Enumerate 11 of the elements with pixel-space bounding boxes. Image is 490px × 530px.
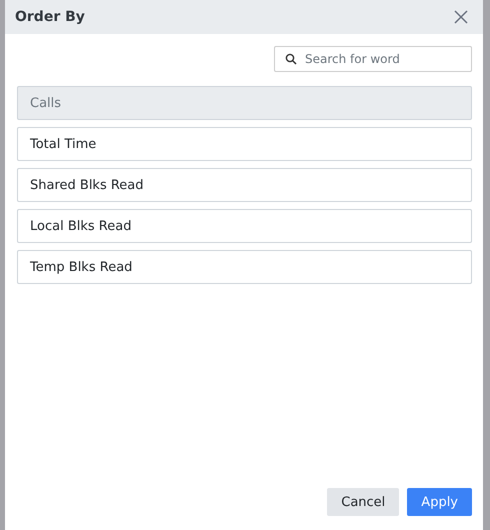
apply-button[interactable]: Apply — [407, 488, 472, 516]
option-item[interactable]: Total Time — [17, 127, 472, 161]
cancel-button[interactable]: Cancel — [327, 488, 400, 516]
option-item[interactable]: Shared Blks Read — [17, 168, 472, 202]
option-item[interactable]: Local Blks Read — [17, 209, 472, 243]
option-item[interactable]: Temp Blks Read — [17, 250, 472, 284]
close-icon[interactable] — [454, 10, 468, 24]
search-icon — [285, 53, 297, 65]
search-field[interactable]: Search for word — [274, 46, 472, 72]
option-item[interactable]: Calls — [17, 86, 472, 120]
dialog-title: Order By — [15, 9, 85, 25]
